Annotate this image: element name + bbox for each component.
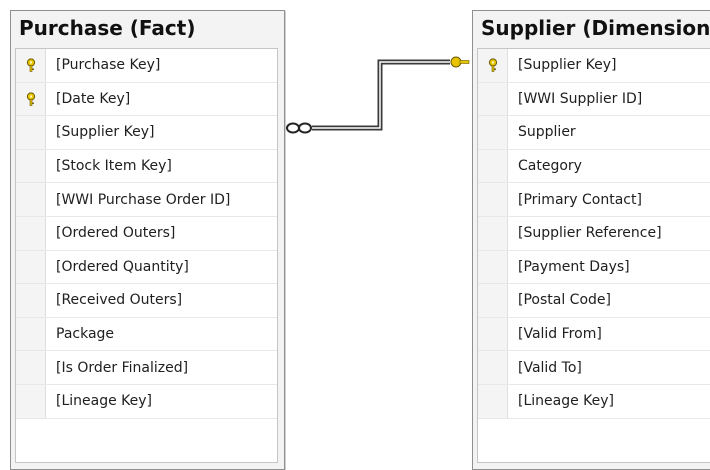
column-name: [Stock Item Key]: [56, 158, 172, 175]
row-selector[interactable]: [478, 183, 508, 216]
row-selector[interactable]: [478, 116, 508, 149]
supplier-column-row[interactable]: Category: [478, 149, 710, 184]
supplier-column-list: [Supplier Key] [WWI Supplier ID] Supplier C…: [477, 48, 710, 463]
purchase-column-row[interactable]: [Is Order Finalized]: [16, 351, 277, 385]
relationship-key-shaft: [459, 60, 470, 64]
purchase-column-row[interactable]: [Ordered Quantity]: [16, 250, 277, 285]
column-name: [Supplier Reference]: [518, 225, 662, 242]
infinity-icon: [286, 122, 300, 134]
row-selector[interactable]: [16, 351, 46, 384]
column-name: [Payment Days]: [518, 258, 630, 275]
column-name: [Ordered Outers]: [56, 225, 176, 242]
column-name: [Received Outers]: [56, 292, 183, 309]
row-selector[interactable]: [478, 149, 508, 183]
supplier-column-row[interactable]: Supplier: [478, 116, 710, 150]
column-name: Category: [518, 158, 582, 175]
column-name: [Supplier Key]: [518, 57, 617, 74]
purchase-column-row[interactable]: [WWI Purchase Order ID]: [16, 183, 277, 217]
column-name: [WWI Supplier ID]: [518, 90, 643, 107]
row-selector[interactable]: [478, 250, 508, 284]
infinity-icon-loop: [298, 122, 312, 134]
column-name: [Valid From]: [518, 326, 602, 343]
row-selector[interactable]: [478, 384, 508, 418]
purchase-table-title[interactable]: Purchase (Fact): [11, 11, 284, 45]
purchase-column-row[interactable]: [Lineage Key]: [16, 384, 277, 419]
column-name: [Primary Contact]: [518, 191, 642, 208]
supplier-column-row[interactable]: [Supplier Key]: [478, 49, 710, 83]
purchase-column-row[interactable]: [Date Key]: [16, 82, 277, 117]
supplier-column-row[interactable]: [Postal Code]: [478, 284, 710, 318]
column-name: [Supplier Key]: [56, 124, 155, 141]
supplier-column-row[interactable]: [Payment Days]: [478, 250, 710, 285]
row-selector[interactable]: [16, 49, 46, 82]
supplier-column-row[interactable]: [WWI Supplier ID]: [478, 82, 710, 117]
row-selector[interactable]: [478, 351, 508, 384]
row-selector[interactable]: [478, 284, 508, 317]
primary-key-icon: [25, 92, 37, 106]
column-name: [Valid To]: [518, 359, 582, 376]
supplier-column-row[interactable]: [Valid From]: [478, 317, 710, 352]
row-selector[interactable]: [16, 317, 46, 351]
row-selector[interactable]: [478, 216, 508, 250]
purchase-column-row[interactable]: [Purchase Key]: [16, 49, 277, 83]
purchase-column-row[interactable]: [Stock Item Key]: [16, 149, 277, 184]
purchase-column-row[interactable]: [Received Outers]: [16, 284, 277, 318]
relationship-key-icon: [450, 56, 462, 68]
row-selector[interactable]: [16, 183, 46, 216]
row-selector[interactable]: [16, 216, 46, 250]
supplier-column-row[interactable]: [Valid To]: [478, 351, 710, 385]
column-name: [Lineage Key]: [518, 393, 615, 410]
row-selector[interactable]: [478, 49, 508, 82]
row-selector[interactable]: [16, 250, 46, 284]
primary-key-icon: [487, 58, 499, 73]
purchase-column-list: [Purchase Key] [Date Key] [Supplier Key] [S…: [15, 48, 278, 463]
row-selector[interactable]: [16, 116, 46, 149]
column-name: Package: [56, 326, 115, 343]
primary-key-icon: [25, 58, 37, 73]
column-name: [Lineage Key]: [56, 393, 153, 410]
column-name: [Is Order Finalized]: [56, 359, 189, 376]
column-name: [Postal Code]: [518, 292, 611, 309]
purchase-column-row[interactable]: [Supplier Key]: [16, 116, 277, 150]
purchase-fact-table[interactable]: Purchase (Fact) [Purchase Key] [Date Key]…: [10, 10, 285, 470]
purchase-column-row[interactable]: Package: [16, 317, 277, 352]
supplier-column-row[interactable]: [Primary Contact]: [478, 183, 710, 217]
column-name: [Purchase Key]: [56, 57, 161, 74]
column-name: [Date Key]: [56, 90, 131, 107]
row-selector[interactable]: [16, 149, 46, 183]
supplier-dimension-table[interactable]: Supplier (Dimension) [Supplier Key] [WWI …: [472, 10, 710, 470]
column-name: [Ordered Quantity]: [56, 258, 189, 275]
row-selector[interactable]: [478, 317, 508, 351]
row-selector[interactable]: [16, 82, 46, 116]
purchase-column-row[interactable]: [Ordered Outers]: [16, 216, 277, 251]
relationship-path: [312, 59, 450, 131]
supplier-column-row[interactable]: [Lineage Key]: [478, 384, 710, 419]
column-name: [WWI Purchase Order ID]: [56, 191, 231, 208]
supplier-table-title[interactable]: Supplier (Dimension): [473, 11, 710, 45]
column-name: Supplier: [518, 124, 576, 141]
row-selector[interactable]: [478, 82, 508, 116]
row-selector[interactable]: [16, 384, 46, 418]
row-selector[interactable]: [16, 284, 46, 317]
supplier-column-row[interactable]: [Supplier Reference]: [478, 216, 710, 251]
